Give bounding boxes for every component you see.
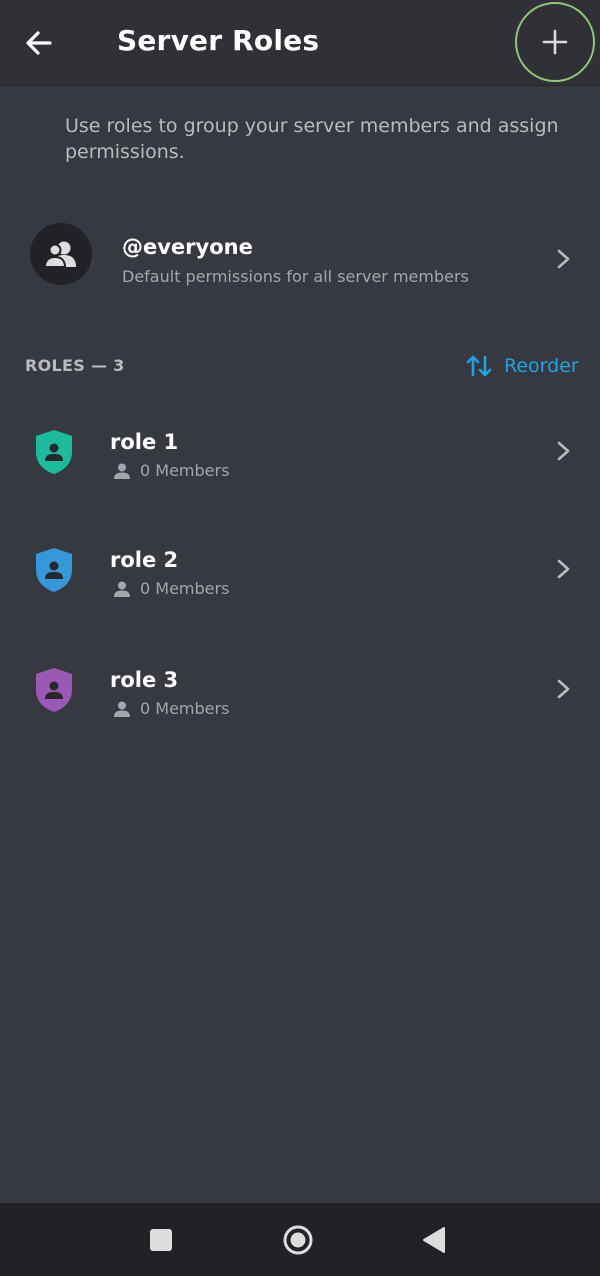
chevron-right-icon xyxy=(557,441,570,461)
everyone-name: @everyone xyxy=(122,235,253,259)
system-nav-bar xyxy=(0,1203,600,1276)
plus-icon xyxy=(542,29,568,55)
page-title: Server Roles xyxy=(117,24,320,57)
role-shield-icon xyxy=(36,668,72,712)
role-members-text: 0 Members xyxy=(140,579,230,598)
roles-count-header: ROLES — 3 xyxy=(25,356,125,375)
system-back-button[interactable] xyxy=(411,1217,457,1263)
role-name: role 2 xyxy=(110,548,179,572)
role-shield-icon xyxy=(36,430,72,474)
person-icon xyxy=(114,463,130,479)
server-roles-screen: Server Roles Use roles to group your ser… xyxy=(0,0,600,1276)
role-member-count: 0 Members xyxy=(113,461,229,480)
members-icon xyxy=(44,241,76,268)
role-members-text: 0 Members xyxy=(140,699,230,718)
circle-icon xyxy=(283,1225,313,1255)
role-members-text: 0 Members xyxy=(140,461,230,480)
reorder-button[interactable]: Reorder xyxy=(466,352,579,380)
role-shield-icon xyxy=(36,548,72,592)
person-icon xyxy=(114,701,130,717)
swap-vertical-icon xyxy=(466,355,492,377)
chevron-right-icon xyxy=(557,249,570,269)
everyone-role-row[interactable]: @everyone Default permissions for all se… xyxy=(0,220,600,290)
arrow-left-icon xyxy=(26,31,52,55)
everyone-subtitle: Default permissions for all server membe… xyxy=(122,267,469,286)
chevron-right-icon xyxy=(557,559,570,579)
person-icon xyxy=(114,581,130,597)
role-member-count: 0 Members xyxy=(113,699,229,718)
chevron-right-icon xyxy=(557,679,570,699)
app-header: Server Roles xyxy=(0,0,600,86)
role-row[interactable]: role 2 0 Members xyxy=(0,536,600,616)
role-row[interactable]: role 3 0 Members xyxy=(0,656,600,736)
home-button[interactable] xyxy=(275,1217,321,1263)
reorder-label: Reorder xyxy=(504,355,579,377)
everyone-avatar xyxy=(30,223,92,285)
square-icon xyxy=(150,1229,172,1251)
roles-description: Use roles to group your server members a… xyxy=(65,115,559,163)
add-role-button[interactable] xyxy=(515,2,595,82)
back-button[interactable] xyxy=(14,18,64,68)
triangle-back-icon xyxy=(423,1227,445,1253)
role-name: role 3 xyxy=(110,668,179,692)
recents-button[interactable] xyxy=(138,1217,184,1263)
role-member-count: 0 Members xyxy=(113,579,229,598)
role-name: role 1 xyxy=(110,430,179,454)
role-row[interactable]: role 1 0 Members xyxy=(0,418,600,498)
